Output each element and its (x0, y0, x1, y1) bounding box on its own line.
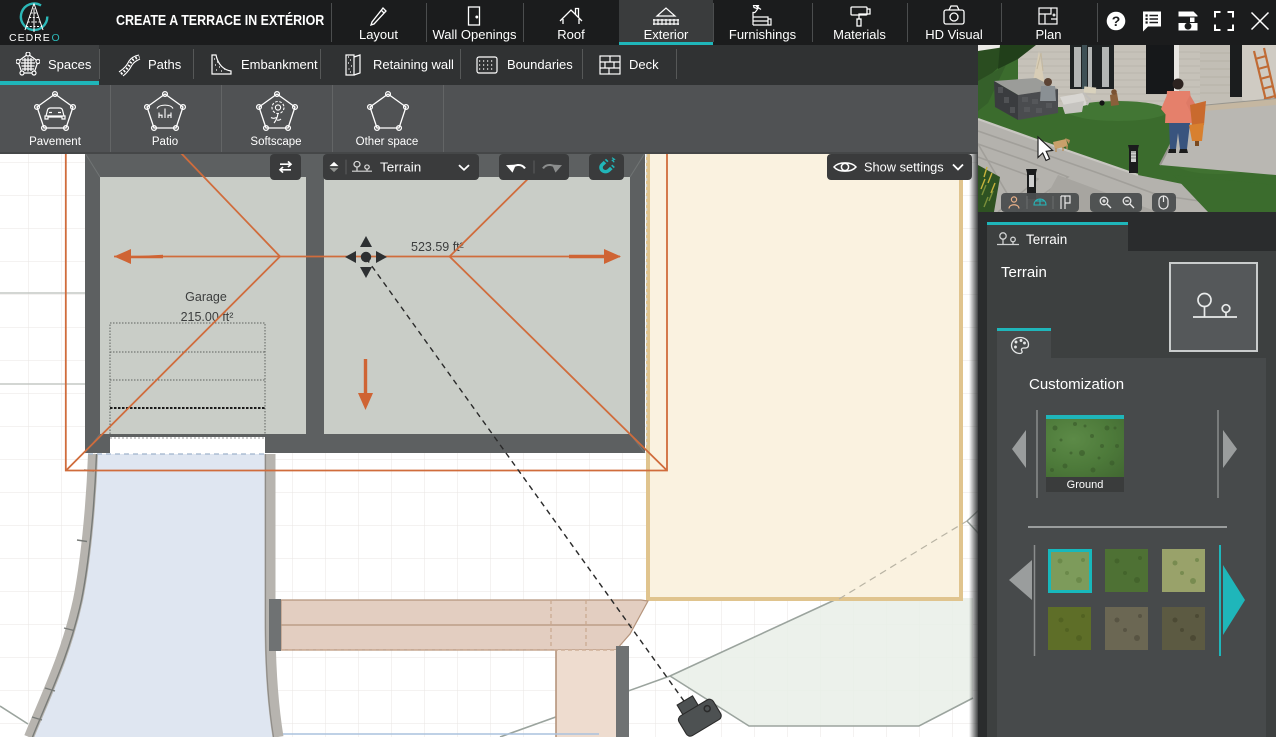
svg-text:?: ? (1112, 13, 1121, 29)
svg-text:O: O (52, 32, 60, 44)
svg-text:CEDRE: CEDRE (9, 32, 51, 44)
svg-text:Ground: Ground (1067, 479, 1104, 491)
svg-text:Garage: Garage (185, 290, 227, 304)
svg-text:Show settings: Show settings (864, 160, 944, 175)
svg-text:Terrain: Terrain (380, 160, 421, 174)
svg-text:523.59 ft²: 523.59 ft² (411, 240, 464, 254)
